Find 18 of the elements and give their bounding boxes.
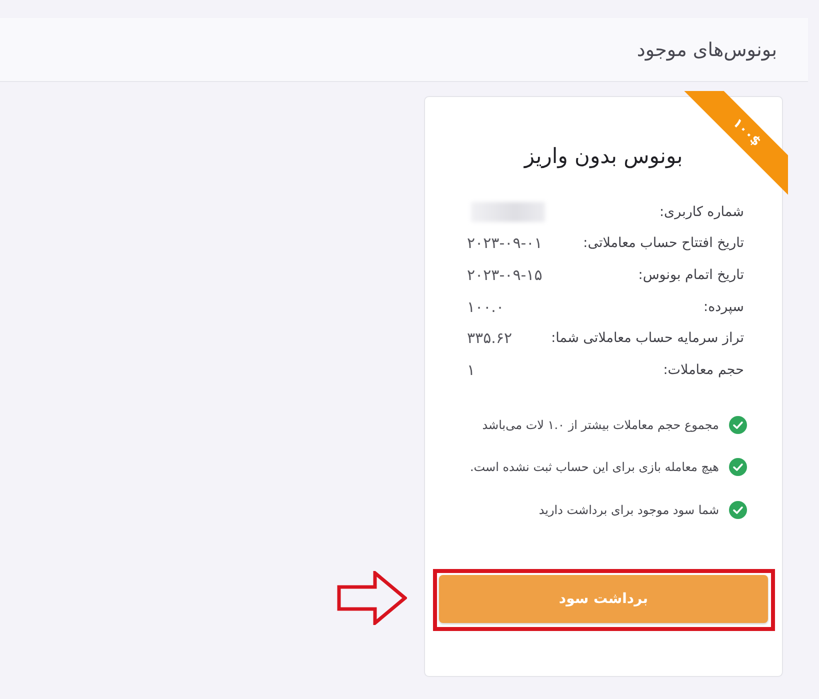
withdraw-button[interactable]: برداشت سود bbox=[439, 575, 768, 624]
detail-label: حجم معاملات: bbox=[663, 362, 744, 378]
detail-value: ۳۳۵.۶۲ bbox=[467, 329, 512, 348]
detail-label: تاریخ افتتاح حساب معاملاتی: bbox=[583, 235, 744, 252]
detail-value: ۲۰۲۳-۰۹-۱۵ bbox=[467, 266, 542, 284]
condition-text: شما سود موجود برای برداشت دارید bbox=[538, 502, 719, 517]
detail-value: ۱۰۰.۰ bbox=[467, 298, 504, 316]
detail-label: شماره کاربری: bbox=[660, 204, 744, 220]
condition-text: مجموع حجم معاملات بیشتر از ۱.۰ لات می‌باشد bbox=[482, 418, 719, 432]
detail-value: ۱ bbox=[467, 360, 476, 379]
page-title: بونوس‌های موجود bbox=[636, 38, 777, 60]
right-arrow-icon bbox=[337, 571, 407, 626]
detail-label: تراز سرمایه حساب معاملاتی شما: bbox=[551, 330, 744, 346]
detail-label: سپرده: bbox=[704, 298, 744, 315]
detail-label: تاریخ اتمام بونوس: bbox=[638, 266, 744, 283]
detail-value: ۲۰۲۳-۰۹-۰۱ bbox=[467, 234, 542, 252]
corner-ribbon: ۱۰۰$ bbox=[683, 91, 788, 196]
condition-text: هیچ معامله بازی برای این حساب ثبت نشده است. bbox=[470, 460, 719, 474]
